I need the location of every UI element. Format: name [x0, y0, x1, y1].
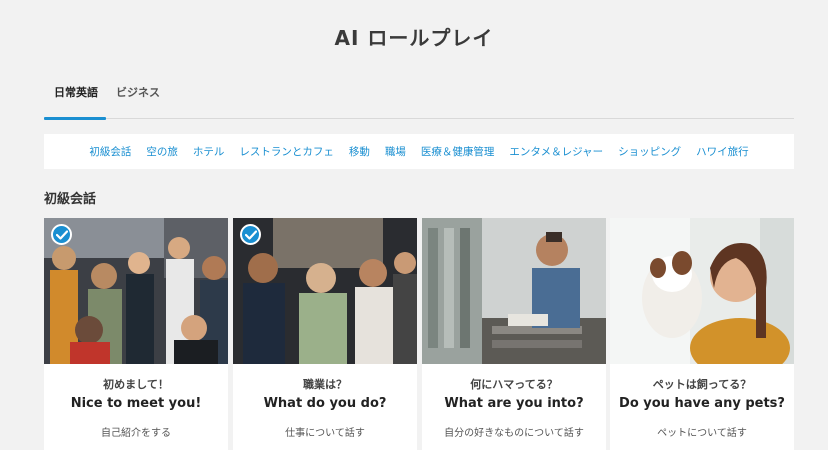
roleplay-card-what-are-you-into[interactable]: 何にハマってる？ What are you into? 自分の好きなものについて… [422, 218, 606, 450]
category-link-restaurant[interactable]: レストランとカフェ [232, 144, 342, 159]
tab-bar: 日常英語 ビジネス [44, 78, 794, 120]
roleplay-card-what-do-you-do[interactable]: 職業は？ What do you do? 仕事について話す [233, 218, 417, 450]
card-title-en: What are you into? [444, 396, 584, 411]
category-link-shopping[interactable]: ショッピング [611, 144, 689, 159]
card-title-en: What do you do? [263, 396, 387, 411]
card-title-jp: ペットは飼ってる？ [652, 378, 752, 391]
card-description: 自分の好きなものについて話す [444, 428, 584, 439]
category-link-transport[interactable]: 移動 [341, 144, 377, 159]
woman-with-dog-photo [610, 218, 794, 364]
page-title: AI ロールプレイ [334, 26, 494, 50]
card-title-jp: 何にハマってる？ [470, 378, 558, 391]
category-link-beginner[interactable]: 初級会話 [82, 144, 139, 159]
section-heading: 初級会話 [44, 192, 97, 207]
record-store-photo [422, 218, 606, 364]
category-nav: 初級会話 空の旅 ホテル レストランとカフェ 移動 職場 医療＆健康管理 エンタ… [44, 134, 794, 169]
category-link-air-travel[interactable]: 空の旅 [139, 144, 186, 159]
card-title-en: Do you have any pets? [619, 396, 785, 411]
card-description: 自己紹介をする [101, 428, 171, 439]
card-title-jp: 初めまして！ [103, 378, 169, 391]
check-circle-icon [240, 224, 261, 245]
category-link-medical[interactable]: 医療＆健康管理 [413, 144, 502, 159]
party-crowd-photo [44, 218, 228, 364]
tab-daily-english[interactable]: 日常英語 [54, 78, 98, 118]
category-link-entertainment[interactable]: エンタメ＆レジャー [502, 144, 611, 159]
card-title-jp: 職業は？ [303, 378, 347, 391]
card-title-en: Nice to meet you! [70, 396, 202, 411]
check-circle-icon [51, 224, 72, 245]
networking-event-photo [233, 218, 417, 364]
roleplay-card-nice-to-meet-you[interactable]: 初めまして！ Nice to meet you! 自己紹介をする [44, 218, 228, 450]
tab-business[interactable]: ビジネス [116, 78, 160, 118]
roleplay-card-pets[interactable]: ペットは飼ってる？ Do you have any pets? ペットについて話… [610, 218, 794, 450]
active-tab-indicator [44, 117, 106, 120]
category-link-hawaii[interactable]: ハワイ旅行 [689, 144, 757, 159]
category-link-workplace[interactable]: 職場 [377, 144, 413, 159]
card-description: 仕事について話す [285, 428, 365, 439]
card-description: ペットについて話す [657, 428, 747, 439]
category-link-hotel[interactable]: ホテル [185, 144, 232, 159]
